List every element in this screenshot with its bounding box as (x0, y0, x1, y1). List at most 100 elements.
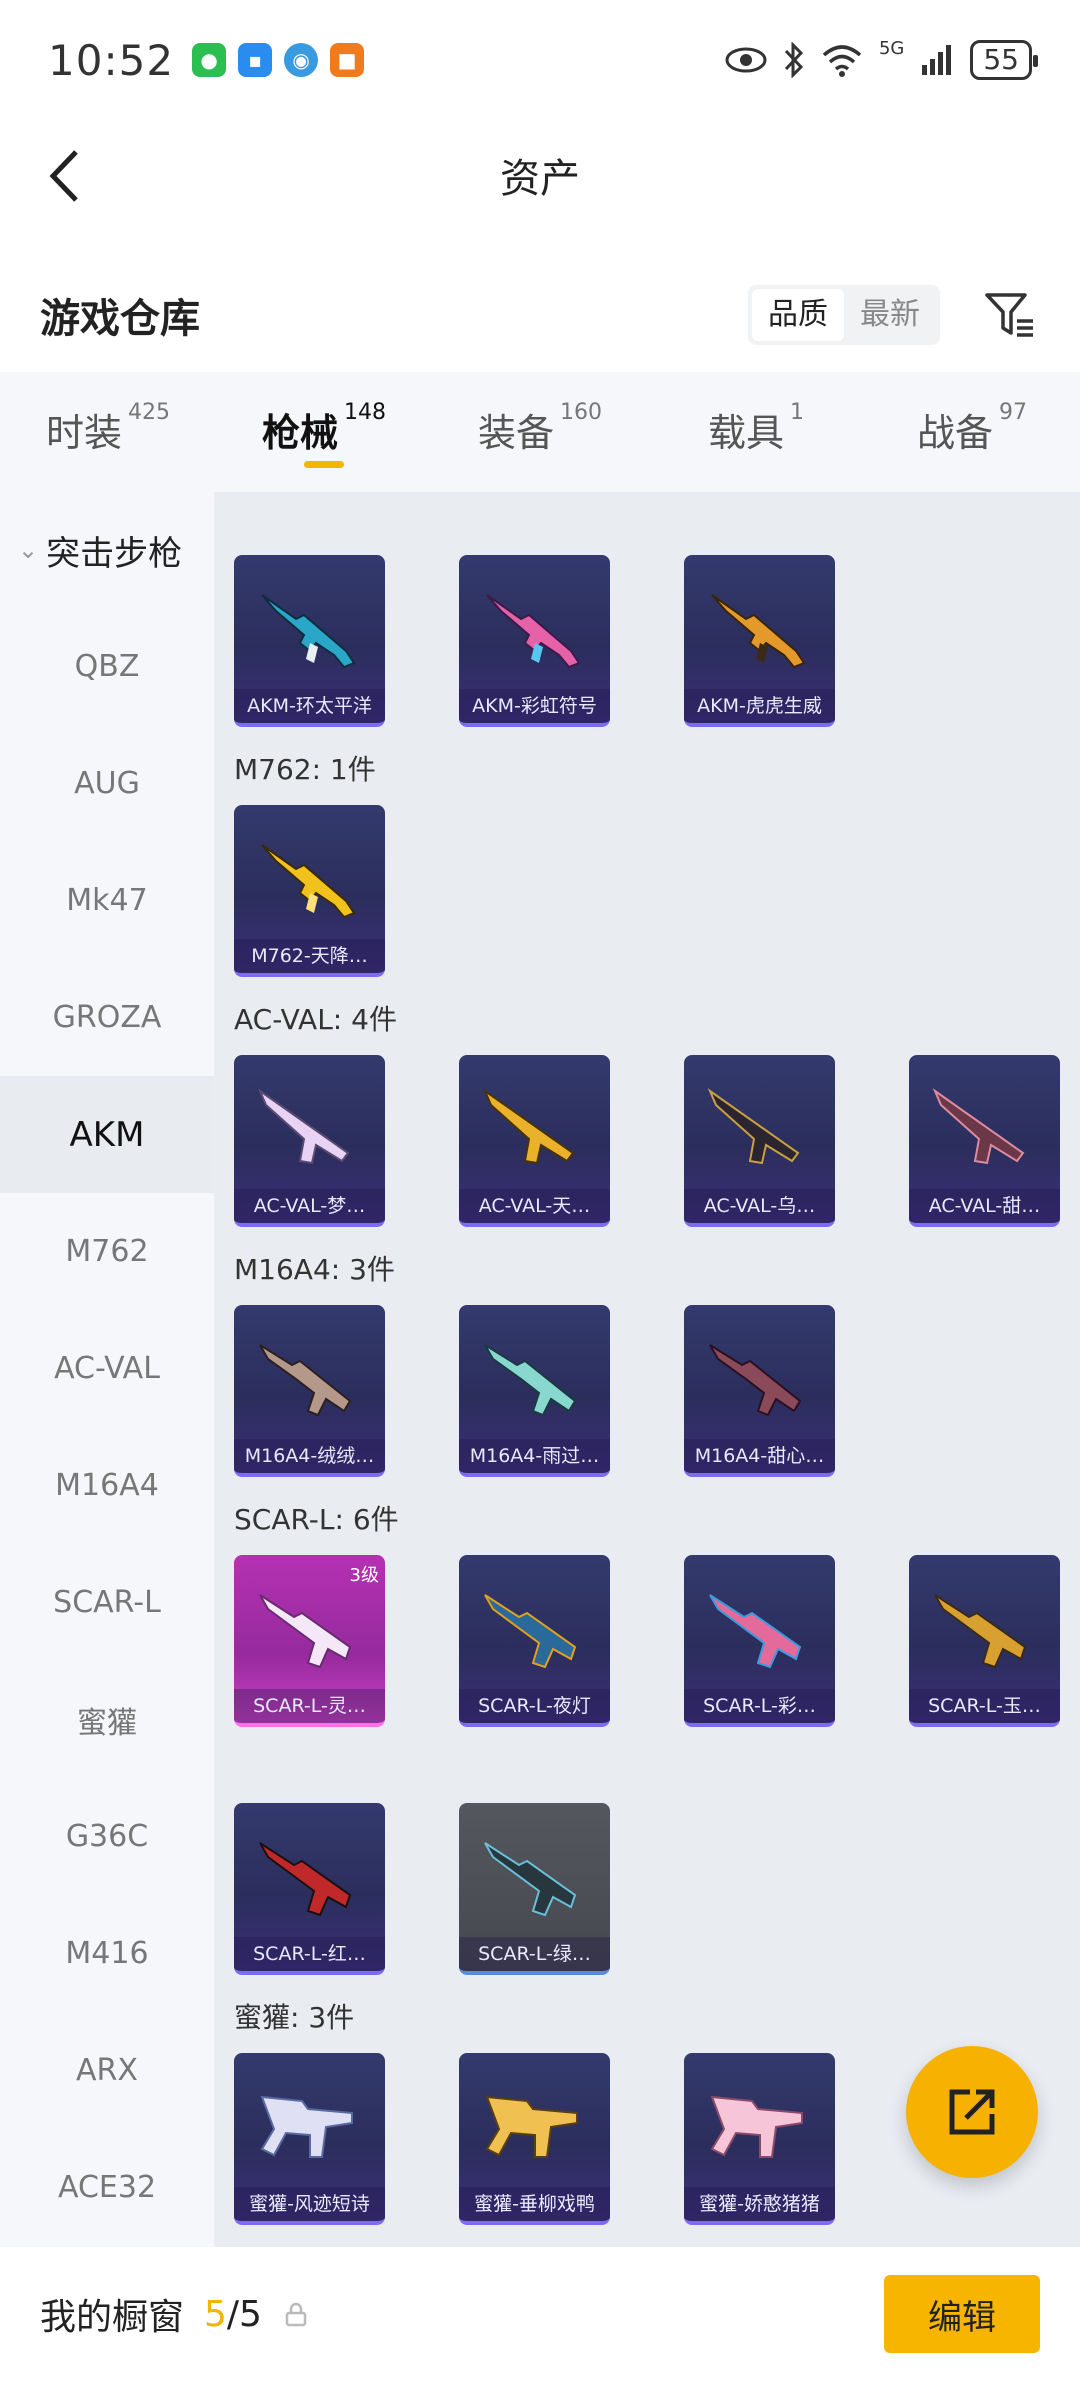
skin-name: M16A4-甜心… (684, 1439, 835, 1473)
skin-name: M762-天降… (234, 939, 385, 973)
skin-card[interactable]: 蜜獾-娇憨猪猪 (684, 2053, 835, 2225)
sidebar-item-groza[interactable]: GROZA (0, 959, 214, 1076)
back-button[interactable] (36, 148, 92, 204)
rifle-icon (260, 2095, 353, 2158)
wifi-icon (822, 45, 862, 77)
filter-icon (985, 293, 1033, 337)
nav-header: 资产 (0, 120, 1080, 230)
skin-card[interactable]: M16A4-雨过… (459, 1305, 610, 1477)
sort-newest[interactable]: 最新 (844, 289, 936, 341)
showcase-bar: 我的橱窗 5/5 编辑 (0, 2247, 1080, 2381)
rifle-icon (709, 1344, 802, 1417)
section-header: 游戏仓库 品质 最新 (0, 265, 1080, 365)
skin-name: AC-VAL-天… (459, 1189, 610, 1223)
group-label-m762: M762: 1件 (234, 753, 376, 786)
category-tabs: 时装 425 枪械 148 装备 160 载具 1 战备 97 (0, 372, 1080, 492)
rifle-icon (932, 1088, 1025, 1165)
skin-card[interactable]: SCAR-L-绿… (459, 1803, 610, 1975)
rifle-icon (261, 844, 356, 919)
akm-row: AKM-环太平洋 AKM-彩虹符号 AKM-虎虎生威 (234, 555, 835, 727)
skin-card[interactable]: 蜜獾-垂柳戏鸭 (459, 2053, 610, 2225)
rifle-icon (934, 1594, 1027, 1669)
sidebar-group-label: 突击步枪 (46, 533, 183, 574)
page-title: 资产 (500, 156, 580, 202)
rifle-icon (482, 1088, 575, 1165)
weapon-sidebar: ⌄ 突击步枪 QBZ AUG Mk47 GROZA AKM M762 AC-VA… (0, 492, 214, 2247)
skin-card[interactable]: AC-VAL-天… (459, 1055, 610, 1227)
rifle-icon (261, 594, 356, 669)
chevron-down-icon: ⌄ (18, 536, 39, 564)
tab-vehicles[interactable]: 载具 1 (648, 372, 864, 492)
m762-row: M762-天降… (234, 805, 385, 977)
scar-l-row-2: SCAR-L-红… SCAR-L-绿… (234, 1803, 610, 1975)
skin-name: 蜜獾-垂柳戏鸭 (459, 2187, 610, 2221)
network-type: 5G (878, 37, 905, 59)
skin-card[interactable]: M762-天降… (234, 805, 385, 977)
sidebar-item-g36c[interactable]: G36C (0, 1778, 214, 1895)
sidebar-item-honey-badger[interactable]: 蜜獾 (0, 1661, 214, 1778)
rifle-icon (709, 1594, 802, 1669)
skin-name: 蜜獾-风迹短诗 (234, 2187, 385, 2221)
skin-name: SCAR-L-彩… (684, 1689, 835, 1723)
sidebar-item-akm[interactable]: AKM (0, 1076, 214, 1193)
group-label-ac-val: AC-VAL: 4件 (234, 1003, 397, 1036)
showcase-count-current: 5 (204, 2293, 227, 2335)
rifle-icon (257, 1088, 350, 1165)
skin-card[interactable]: AKM-虎虎生威 (684, 555, 835, 727)
skin-name: AC-VAL-甜… (909, 1189, 1060, 1223)
sidebar-item-ace32[interactable]: ACE32 (0, 2129, 214, 2246)
sidebar-item-m416[interactable]: M416 (0, 1895, 214, 2012)
sidebar-item-ac-val[interactable]: AC-VAL (0, 1310, 214, 1427)
sidebar-item-arx[interactable]: ARX (0, 2012, 214, 2129)
tab-count: 97 (999, 400, 1027, 425)
skin-card[interactable]: AC-VAL-甜… (909, 1055, 1060, 1227)
showcase-count: 5/5 (204, 2294, 262, 2335)
rifle-icon (484, 1344, 577, 1417)
skin-card[interactable]: M16A4-绒绒… (234, 1305, 385, 1477)
content-body: ⌄ 突击步枪 QBZ AUG Mk47 GROZA AKM M762 AC-VA… (0, 492, 1080, 2247)
sort-toggle: 品质 最新 (748, 285, 940, 345)
skin-card[interactable]: AC-VAL-梦… (234, 1055, 385, 1227)
sidebar-item-m762[interactable]: M762 (0, 1193, 214, 1310)
skin-name: SCAR-L-夜灯 (459, 1689, 610, 1723)
share-button[interactable] (906, 2046, 1038, 2178)
skin-card[interactable]: SCAR-L-彩… (684, 1555, 835, 1727)
sort-quality[interactable]: 品质 (752, 289, 844, 341)
showcase-label: 我的橱窗 (40, 2297, 185, 2338)
rifle-icon (711, 594, 806, 669)
weapon-grid: AKM-环太平洋 AKM-彩虹符号 AKM-虎虎生威 M762: 1件 M762… (214, 492, 1080, 2247)
skin-card[interactable]: SCAR-L-夜灯 (459, 1555, 610, 1727)
skin-card[interactable]: M16A4-甜心… (684, 1305, 835, 1477)
rifle-icon (259, 1344, 352, 1417)
sidebar-group-assault-rifles[interactable]: ⌄ 突击步枪 (0, 492, 214, 608)
skin-name: 蜜獾-娇憨猪猪 (684, 2187, 835, 2221)
tab-count: 1 (790, 400, 804, 425)
tab-firearms[interactable]: 枪械 148 (216, 372, 432, 492)
rifle-icon (485, 2095, 578, 2158)
sidebar-item-mk47[interactable]: Mk47 (0, 842, 214, 959)
skin-card[interactable]: AKM-环太平洋 (234, 555, 385, 727)
skin-name: AKM-虎虎生威 (684, 689, 835, 723)
tab-combat-gear[interactable]: 战备 97 (864, 372, 1080, 492)
skin-name: SCAR-L-绿… (459, 1937, 610, 1971)
skin-card[interactable]: AKM-彩虹符号 (459, 555, 610, 727)
browser-icon: ◉ (284, 43, 319, 77)
tab-equipment[interactable]: 装备 160 (432, 372, 648, 492)
system-icons: 5G 55 (725, 37, 1038, 80)
sidebar-item-qbz[interactable]: QBZ (0, 608, 214, 725)
skin-name: SCAR-L-玉… (909, 1689, 1060, 1723)
skin-card[interactable]: AC-VAL-乌… (684, 1055, 835, 1227)
skin-card[interactable]: SCAR-L-玉… (909, 1555, 1060, 1727)
skin-card[interactable]: 蜜獾-风迹短诗 (234, 2053, 385, 2225)
sidebar-item-m16a4[interactable]: M16A4 (0, 1427, 214, 1544)
group-label-honey-badger: 蜜獾: 3件 (234, 2001, 355, 2034)
filter-button[interactable] (980, 285, 1040, 345)
sidebar-item-scar-l[interactable]: SCAR-L (0, 1544, 214, 1661)
sidebar-item-aug[interactable]: AUG (0, 725, 214, 842)
skin-card[interactable]: 3级 SCAR-L-灵… (234, 1555, 385, 1727)
tab-fashion[interactable]: 时装 425 (0, 372, 216, 492)
skin-card[interactable]: SCAR-L-红… (234, 1803, 385, 1975)
edit-button[interactable]: 编辑 (884, 2275, 1040, 2353)
lock-icon (285, 2302, 307, 2327)
group-label-scar-l: SCAR-L: 6件 (234, 1503, 399, 1536)
